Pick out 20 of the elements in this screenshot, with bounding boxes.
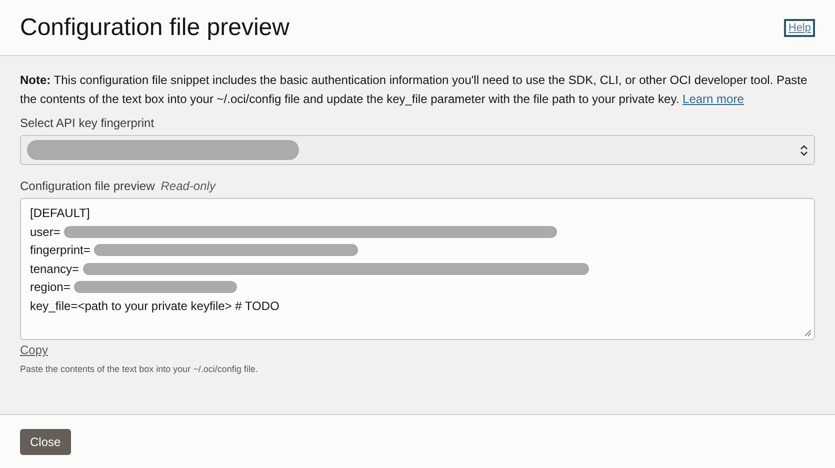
- read-only-hint: Read-only: [160, 179, 216, 193]
- learn-more-link[interactable]: Learn more: [682, 92, 744, 106]
- close-button[interactable]: Close: [20, 428, 71, 454]
- select-label: Select API key fingerprint: [20, 116, 154, 130]
- help-link[interactable]: Help: [784, 18, 815, 36]
- preview-label: Configuration file preview: [20, 179, 155, 193]
- config-key: fingerprint=: [30, 243, 90, 258]
- resize-grip-icon[interactable]: [804, 329, 812, 337]
- copy-link[interactable]: Copy: [20, 343, 48, 357]
- config-key: region=: [30, 280, 70, 294]
- note-text: Note: This configuration file snippet includes the basic authentication information you'll need to use the SDK, CLI, or other OCI developer tool. Paste the contents of the text box into your ~/.oci/config file and update the key_file parameter with the file path to your private key. Learn more: [20, 72, 808, 108]
- dialog-title: Configuration file preview: [20, 14, 290, 42]
- config-line: [DEFAULT]: [30, 206, 90, 220]
- fingerprint-select[interactable]: [20, 135, 815, 165]
- config-text-area[interactable]: [DEFAULT] user= fingerprint= tenancy= region= key_file=<path to your private keyfile> # TODO: [20, 198, 815, 340]
- helper-text: Paste the contents of the text box into your ~/.oci/config file.: [20, 364, 259, 374]
- config-key: tenancy=: [30, 262, 80, 276]
- config-line: key_file=<path to your private keyfile> # TODO: [30, 298, 280, 313]
- select-caret-icon: [800, 144, 808, 156]
- config-key: user=: [30, 224, 60, 239]
